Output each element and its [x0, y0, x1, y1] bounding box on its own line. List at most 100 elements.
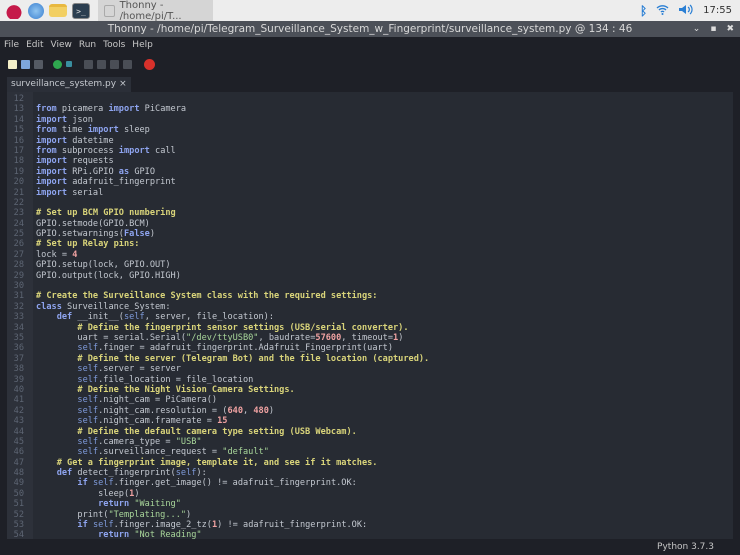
volume-icon[interactable] [678, 4, 694, 18]
open-file-icon[interactable] [21, 59, 30, 69]
close-icon[interactable]: ✖ [726, 21, 734, 37]
new-file-icon[interactable] [8, 59, 17, 69]
code-token-string: "/dev/ttyUSB0" [186, 332, 259, 343]
line-number: 40 [13, 384, 24, 395]
line-number: 53 [13, 520, 24, 531]
line-text: # Define the Night Vision Camera Setting… [26, 385, 294, 395]
clock[interactable]: 17:55 [703, 5, 732, 16]
code-token-keyword: import [36, 166, 68, 177]
line-number: 25 [13, 229, 24, 240]
code-token-keyword: if [77, 478, 88, 489]
line-number: 20 [13, 177, 24, 188]
taskbar: >_ Thonny - /home/pi/T... ᛒ 17:55 [0, 0, 740, 22]
code-line: 19 import RPi.GPIO as GPIO [7, 167, 429, 177]
line-number: 26 [13, 239, 24, 250]
line-text: def __init__(self, server, file_location… [26, 312, 274, 322]
code-token-text: sleep( [36, 488, 130, 499]
menu-file[interactable]: File [4, 37, 19, 53]
code-token-self: self [77, 395, 99, 406]
thonny-icon [104, 4, 115, 17]
resume-icon[interactable] [123, 59, 132, 69]
run-icon[interactable] [53, 59, 62, 69]
code-line: 25 GPIO.setwarnings(False) [7, 229, 429, 239]
code-token-keyword: return [98, 530, 130, 539]
code-token-text: datetime [67, 135, 114, 146]
code-line: 30 [7, 281, 429, 291]
step-out-icon[interactable] [110, 59, 119, 69]
tab-close-icon[interactable]: × [119, 77, 127, 92]
taskbar-window-button[interactable]: Thonny - /home/pi/T... [98, 0, 213, 22]
code-token-self: self [77, 364, 99, 375]
code-token-text: , timeout= [341, 332, 394, 343]
code-token-text: requests [67, 156, 114, 167]
code-line: 22 [7, 198, 429, 208]
stop-icon[interactable] [144, 58, 155, 70]
menu-view[interactable]: View [51, 37, 72, 53]
step-over-icon[interactable] [84, 59, 93, 69]
minimize-icon[interactable]: ⌄ [693, 21, 701, 37]
line-number: 31 [13, 291, 24, 302]
line-number: 39 [13, 374, 24, 385]
step-into-icon[interactable] [97, 59, 106, 69]
code-line: 40 # Define the Night Vision Camera Sett… [7, 385, 429, 395]
code-token-self: self [77, 416, 99, 427]
code-token-self: self [77, 436, 99, 447]
code-line: 38 self.server = server [7, 364, 429, 374]
line-number: 52 [13, 509, 24, 520]
code-token-text: adafruit_fingerprint [67, 177, 176, 188]
line-text: if self.finger.get_image() != adafruit_f… [26, 478, 356, 489]
code-line: 17 from subprocess import call [7, 146, 429, 156]
line-text: import adafruit_fingerprint [26, 177, 176, 187]
line-text: lock = 4 [26, 250, 77, 260]
line-number: 21 [13, 187, 24, 198]
debug-icon[interactable] [66, 61, 72, 67]
window-titlebar[interactable]: Thonny - /home/pi/Telegram_Surveillance_… [0, 21, 740, 37]
code-editor[interactable]: 12 13 from picamera import PiCamera 14 impor… [7, 92, 733, 539]
code-token-text: picamera [56, 104, 109, 115]
code-token-text: GPIO.setmode(GPIO.BCM) [36, 218, 150, 229]
line-text: self.server = server [26, 364, 181, 374]
line-text: # Define the fingerprint sensor settings… [26, 323, 408, 333]
raspberry-pi-menu-icon[interactable] [5, 2, 23, 19]
line-text: self.file_location = file_location [26, 375, 253, 385]
code-token-comment: # Set up BCM GPIO numbering [36, 208, 176, 219]
tab-surveillance-system[interactable]: surveillance_system.py × [7, 77, 131, 92]
code-token-string: "Templating..." [108, 509, 187, 520]
code-token-keyword: import [36, 177, 68, 188]
menu-run[interactable]: Run [79, 37, 96, 53]
line-number: 44 [13, 426, 24, 437]
code-token-number: 480 [253, 405, 269, 416]
code-token-text: lock = [36, 249, 73, 260]
code-token-text: .night_cam.framerate = [98, 416, 218, 427]
menu-tools[interactable]: Tools [103, 37, 125, 53]
code-token-text: Surveillance_System: [61, 301, 171, 312]
code-token-text: , server, file_location): [144, 312, 275, 323]
web-browser-icon[interactable] [28, 2, 44, 19]
terminal-icon[interactable]: >_ [72, 2, 90, 19]
line-text: if self.finger.image_2_tz(1) != adafruit… [26, 520, 367, 530]
menu-help[interactable]: Help [132, 37, 153, 53]
interpreter-label[interactable]: Python 3.7.3 [657, 542, 714, 552]
menu-edit[interactable]: Edit [26, 37, 43, 53]
code-token-text: json [67, 114, 93, 125]
code-line: 32 class Surveillance_System: [7, 302, 429, 312]
line-text: # Create the Surveillance System class w… [26, 291, 377, 301]
line-number: 42 [13, 405, 24, 416]
menu-bar: File Edit View Run Tools Help [0, 37, 740, 53]
bluetooth-icon[interactable]: ᛒ [640, 4, 647, 18]
line-text: from subprocess import call [26, 146, 176, 156]
maximize-icon[interactable]: ▪ [710, 21, 716, 37]
save-file-icon[interactable] [34, 59, 43, 69]
wifi-icon[interactable] [656, 4, 669, 18]
code-line: 18 import requests [7, 156, 429, 166]
line-number: 14 [13, 114, 24, 125]
code-token-text: __init__( [72, 312, 124, 323]
code-token-string: "Waiting" [134, 499, 181, 510]
file-manager-icon[interactable] [49, 4, 67, 17]
